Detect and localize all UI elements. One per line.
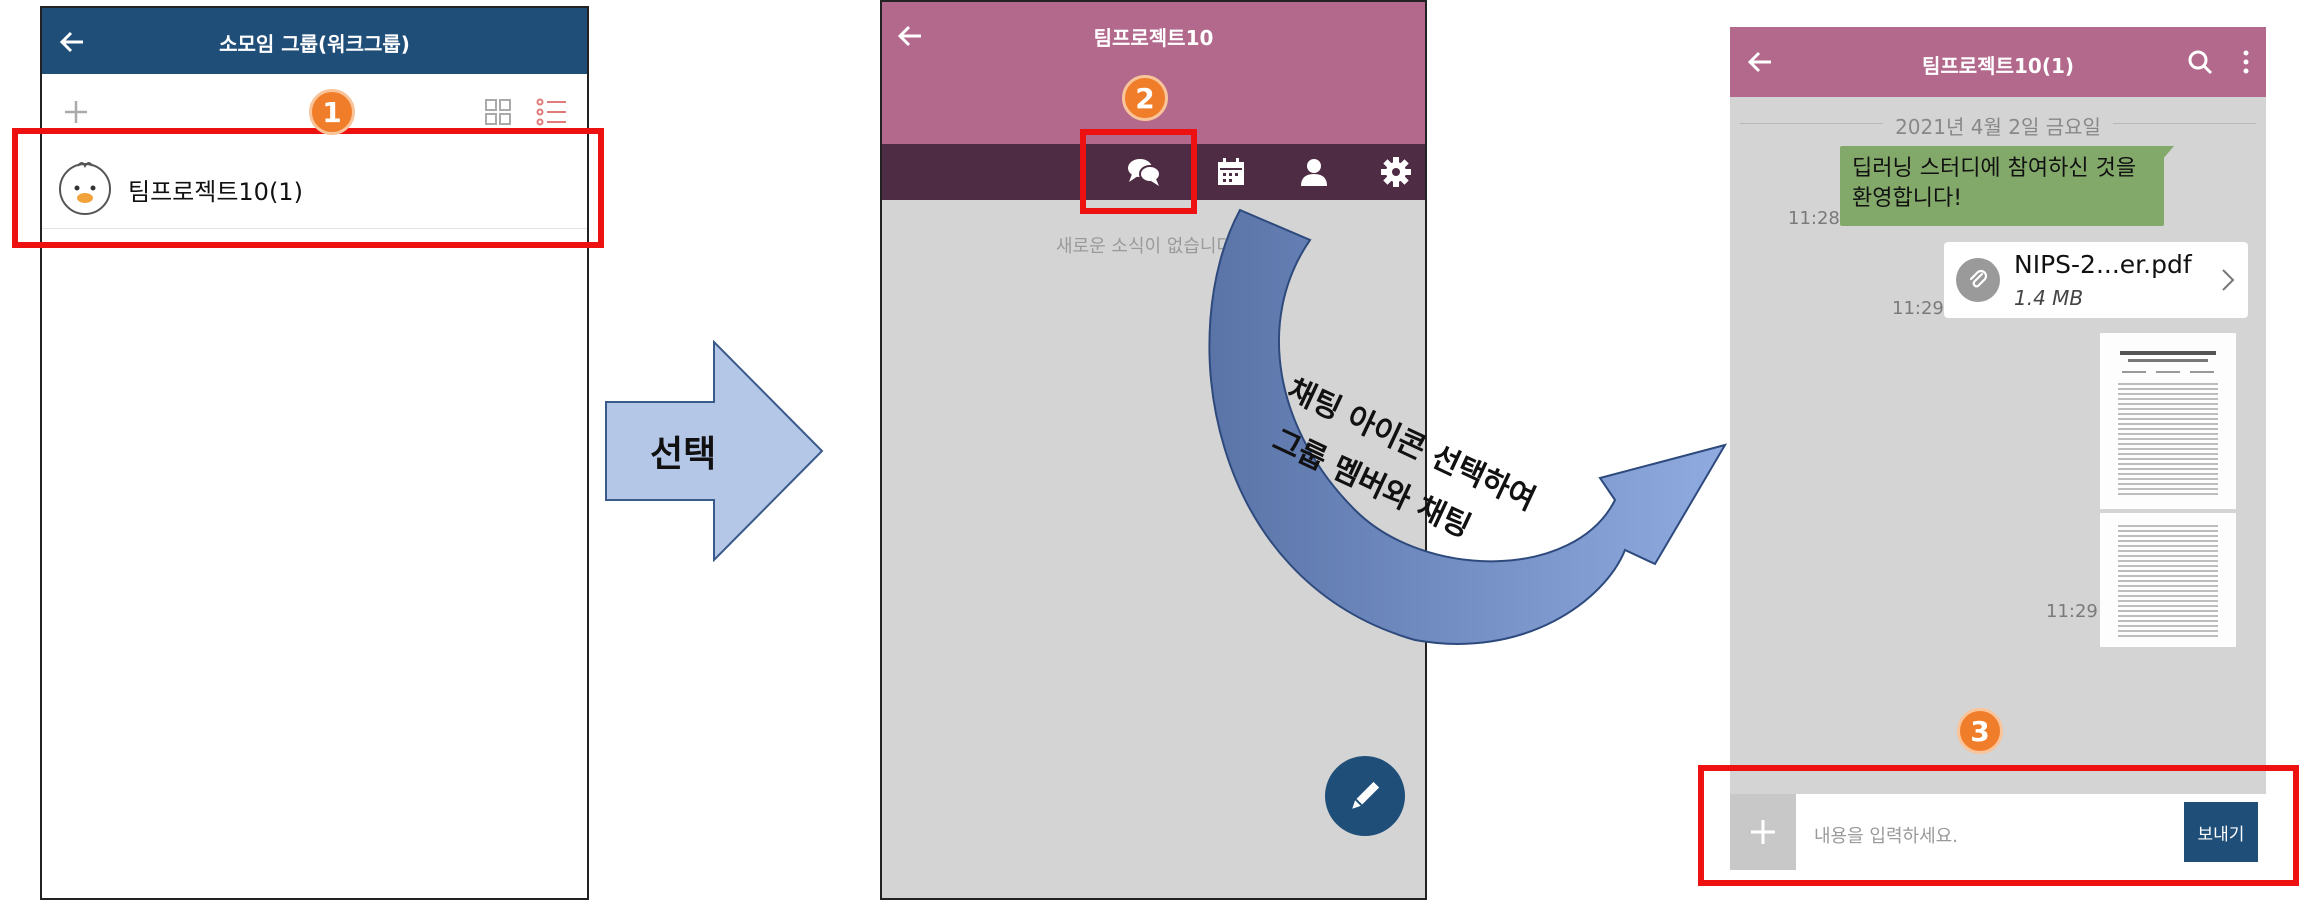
group-header: 팀프로젝트10 <box>882 2 1425 144</box>
more-options-icon[interactable] <box>2234 44 2258 80</box>
member-icon[interactable] <box>1294 152 1334 192</box>
list-view-icon[interactable] <box>534 94 570 130</box>
step-badge-3: 3 <box>1957 708 2003 754</box>
message-bubble[interactable]: 딥러닝 스터디에 참여하신 것을 환영합니다! <box>1840 146 2164 226</box>
grid-view-icon[interactable] <box>480 94 516 130</box>
select-arrow-label: 선택 <box>650 434 717 475</box>
file-size: 1.4 MB <box>2014 286 2084 310</box>
message-time: 11:28 <box>1788 208 1840 229</box>
app-bar: 소모임 그룹(워크그룹) <box>42 8 587 74</box>
image-time: 11:29 <box>2046 601 2098 622</box>
page-title: 소모임 그룹(워크그룹) <box>219 32 410 56</box>
date-label: 2021년 4월 2일 금요일 <box>1883 111 2113 140</box>
paperclip-icon <box>1956 258 2000 302</box>
file-attachment[interactable]: NIPS-2...er.pdf 1.4 MB <box>1944 242 2248 318</box>
file-time: 11:29 <box>1892 298 1944 319</box>
highlight-box-chat-icon <box>1080 129 1197 214</box>
pdf-preview-image[interactable] <box>2100 333 2236 647</box>
highlight-box-input-bar <box>1698 765 2299 886</box>
page-title: 팀프로젝트10 <box>1093 26 1214 50</box>
file-name: NIPS-2...er.pdf <box>2014 250 2192 279</box>
chat-app-bar: 팀프로젝트10(1) <box>1730 27 2266 97</box>
date-divider: 2021년 4월 2일 금요일 <box>1730 109 2266 140</box>
search-icon[interactable] <box>2182 44 2218 80</box>
calendar-icon[interactable] <box>1211 152 1251 192</box>
step-badge-2: 2 <box>1122 75 1168 121</box>
step-badge-1: 1 <box>309 89 355 135</box>
add-icon[interactable] <box>58 94 94 130</box>
settings-gear-icon[interactable] <box>1376 152 1416 192</box>
highlight-box-group-item <box>12 128 604 248</box>
write-post-button[interactable] <box>1325 756 1405 836</box>
chevron-right-icon <box>2216 266 2240 294</box>
bubble-tail <box>2162 146 2174 160</box>
message-text: 딥러닝 스터디에 참여하신 것을 환영합니다! <box>1852 156 2137 211</box>
